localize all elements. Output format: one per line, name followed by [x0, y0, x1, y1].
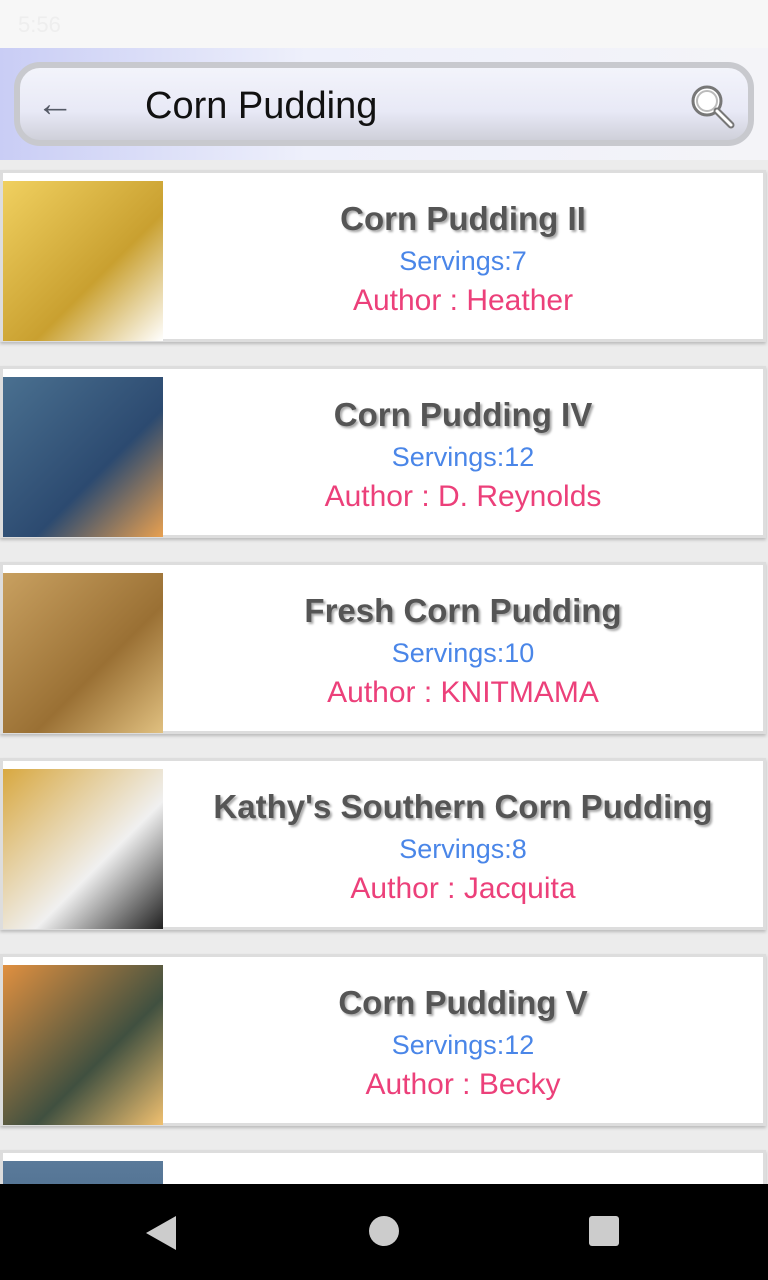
recipe-author: Author : Heather	[352, 284, 574, 317]
recipe-card[interactable]: Corn Pudding IV Servings:12 Author : D. …	[0, 366, 766, 538]
search-bar[interactable]	[14, 62, 754, 146]
arrow-left-icon[interactable]: ←	[36, 84, 74, 124]
recipe-image	[3, 769, 163, 929]
recipe-servings: Servings:12	[391, 442, 535, 472]
recipe-card[interactable]: Corn Pudding V Servings:12 Author : Beck…	[0, 954, 766, 1126]
recipe-name: Corn Pudding V	[338, 984, 588, 1021]
status-time: 5:56	[18, 12, 61, 37]
recipe-servings: Servings:8	[399, 834, 527, 864]
recipe-author: Author : KNITMAMA	[327, 676, 599, 709]
circle-home-icon[interactable]	[369, 1216, 399, 1246]
recipe-name: Corn Pudding IV	[333, 396, 593, 433]
recipe-author: Author : Becky	[365, 1068, 561, 1101]
recipe-card[interactable]	[0, 1150, 766, 1184]
navigation-bar	[0, 1184, 768, 1280]
recipe-name: Kathy's Southern Corn Pudding	[213, 788, 713, 825]
recipe-list[interactable]: Corn Pudding II Servings:7 Author : Heat…	[0, 160, 768, 1184]
recipe-card[interactable]: Corn Pudding II Servings:7 Author : Heat…	[0, 170, 766, 342]
recipe-image	[3, 1161, 163, 1184]
recipe-author: Author : Jacquita	[350, 872, 576, 905]
square-recents-icon[interactable]	[589, 1216, 619, 1246]
recipe-author: Author : D. Reynolds	[324, 480, 602, 513]
recipe-servings: Servings:7	[399, 246, 527, 276]
recipe-name: Fresh Corn Pudding	[304, 592, 622, 629]
recipe-image	[3, 573, 163, 733]
recipe-image	[3, 965, 163, 1125]
search-header: ← Corn Pudding	[0, 48, 768, 160]
recipe-image	[3, 377, 163, 537]
magnifier-icon[interactable]	[688, 82, 736, 130]
recipe-name: Corn Pudding II	[340, 200, 586, 237]
recipe-servings: Servings:12	[391, 1030, 535, 1060]
recipe-card[interactable]: Kathy's Southern Corn Pudding Servings:8…	[0, 758, 766, 930]
status-bar: 5:56	[0, 0, 768, 48]
search-query[interactable]: Corn Pudding	[145, 86, 377, 126]
triangle-back-icon[interactable]	[146, 1216, 178, 1250]
recipe-image	[3, 181, 163, 341]
recipe-card[interactable]: Fresh Corn Pudding Servings:10 Author : …	[0, 562, 766, 734]
recipe-servings: Servings:10	[391, 638, 535, 668]
